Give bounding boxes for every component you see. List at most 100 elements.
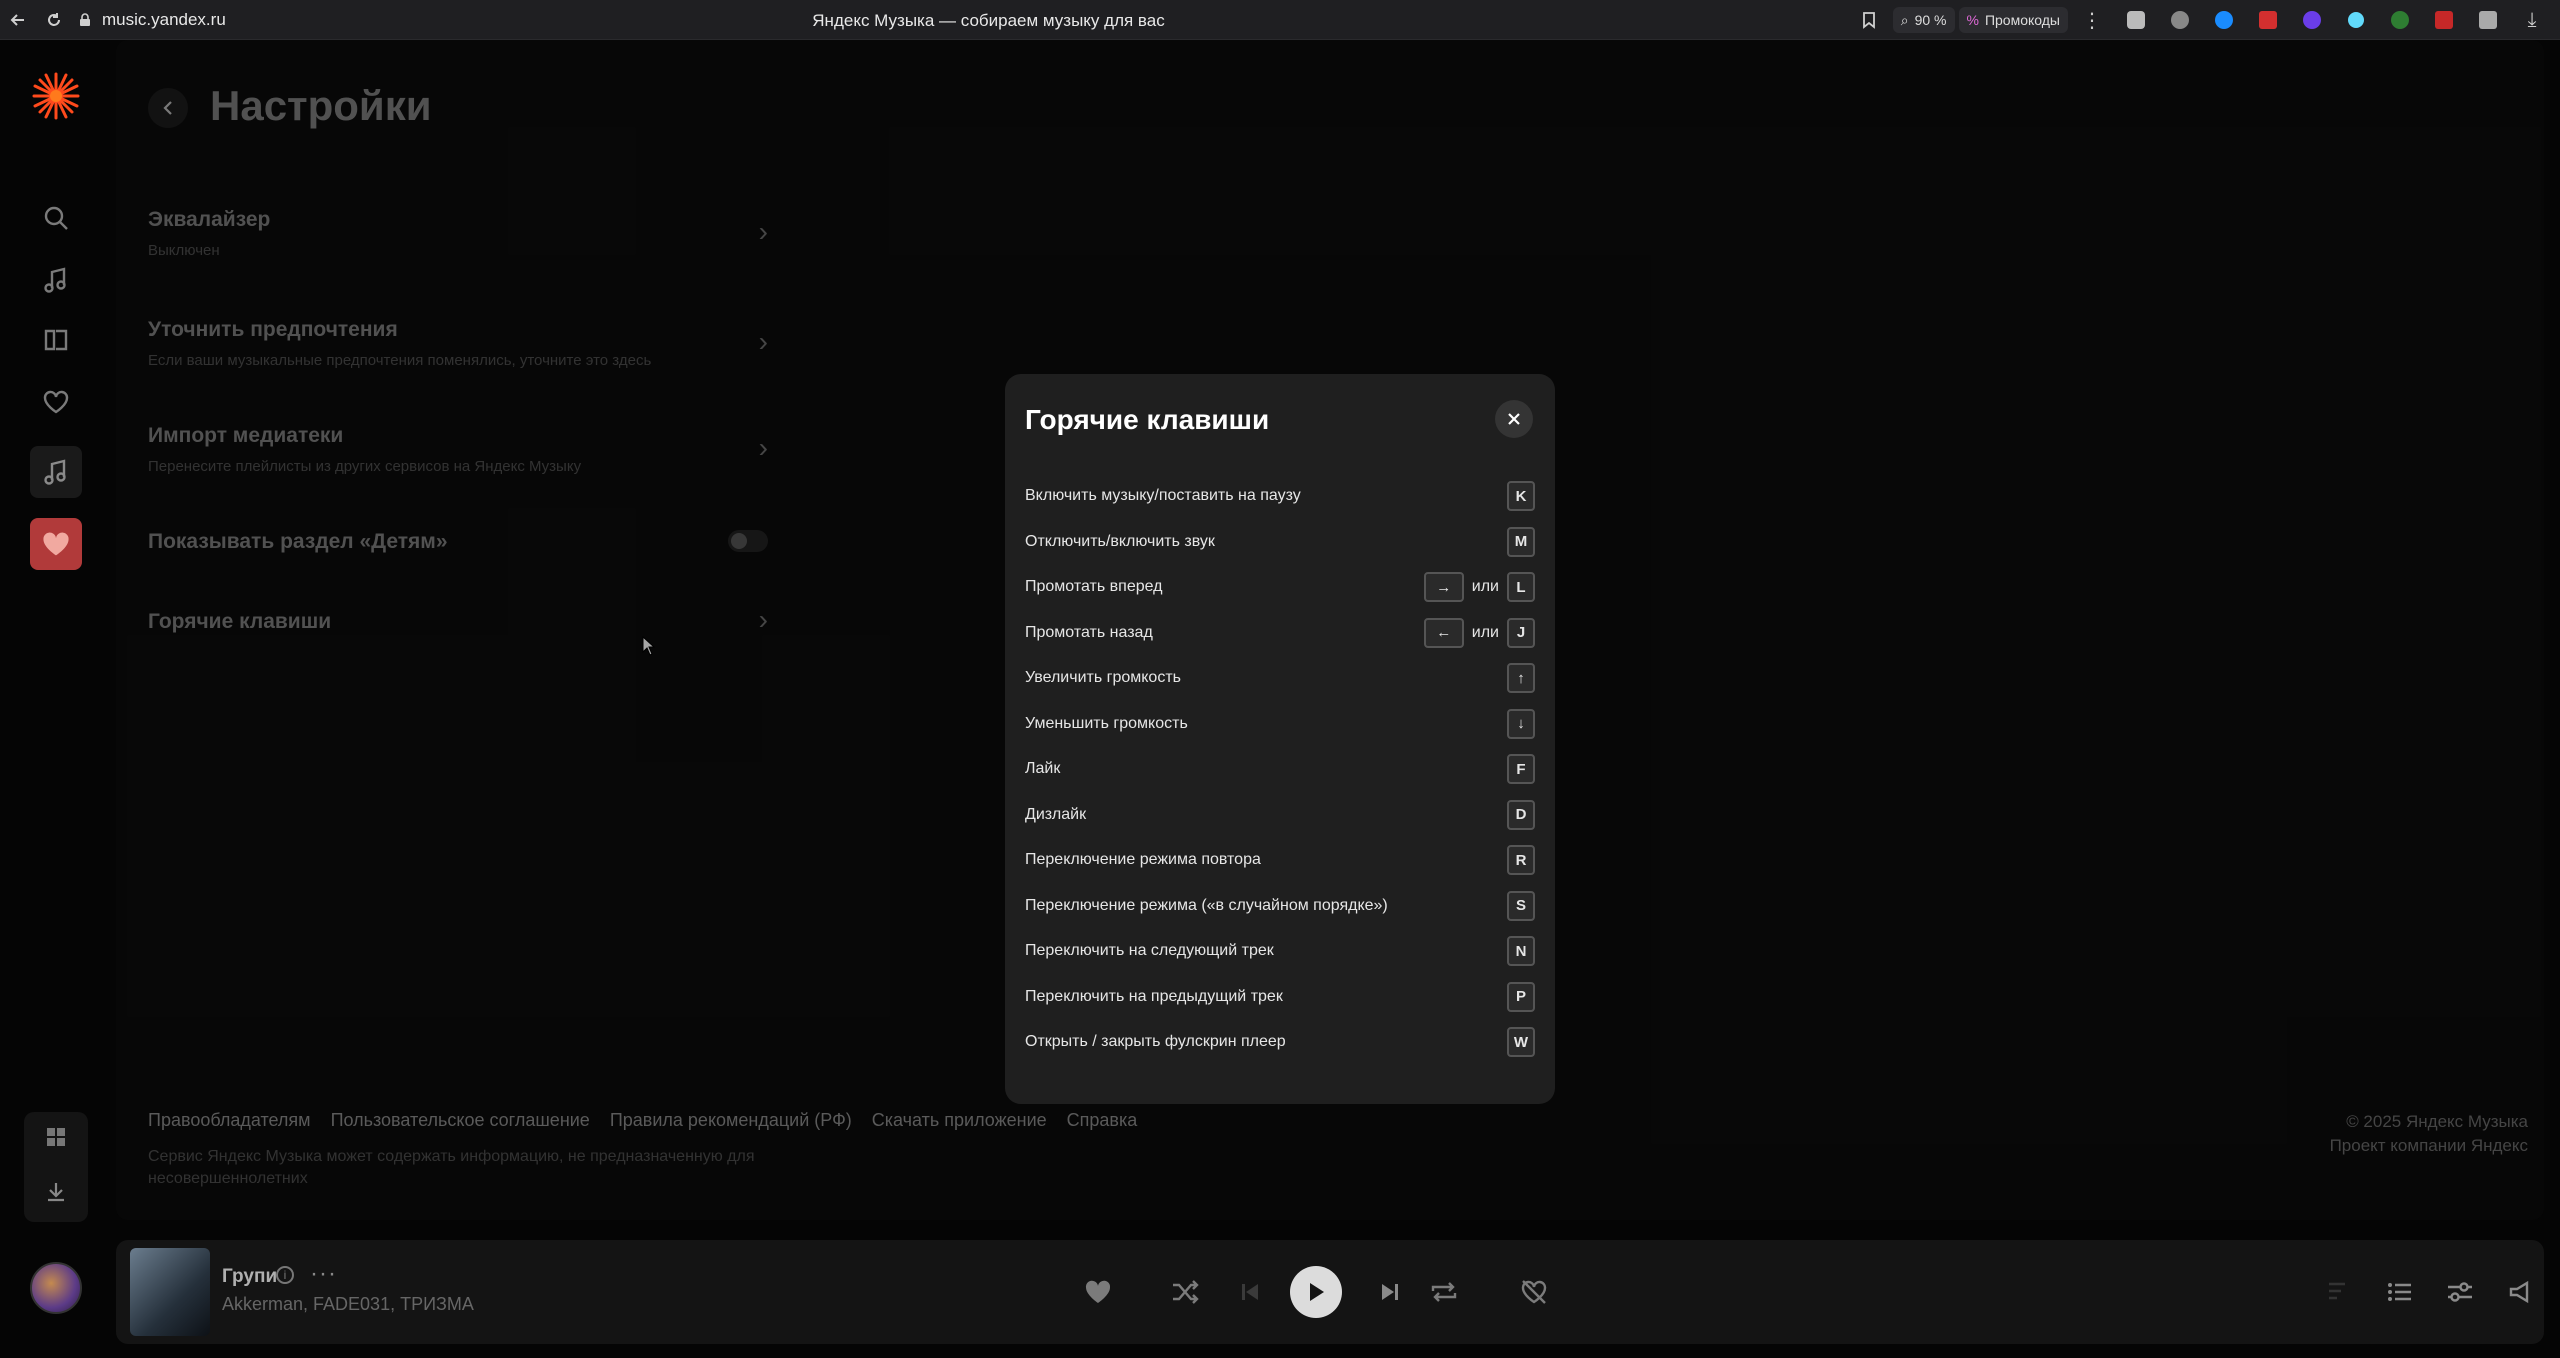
or-label: или [1471, 623, 1499, 641]
hotkey-label: Переключить на предыдущий трек [1025, 987, 1283, 1005]
hotkey-keys: N [1507, 936, 1535, 966]
avatar[interactable] [30, 1262, 82, 1314]
hotkey-keys: P [1507, 981, 1535, 1012]
zoom-icon: ⌕ [1900, 11, 1909, 28]
windows-icon[interactable] [45, 1126, 67, 1153]
extension-icon[interactable] [2424, 0, 2464, 40]
more-horizontal-icon[interactable]: ··· [310, 1260, 337, 1288]
hotkey-key: K [1507, 481, 1535, 511]
hotkey-key: ← [1423, 617, 1464, 648]
hotkey-keys: → или L [1423, 572, 1535, 602]
hotkey-label: Открыть / закрыть фулскрин плеер [1025, 1033, 1286, 1050]
or-label: или [1471, 578, 1499, 595]
hotkey-label: Дизлайк [1025, 805, 1087, 823]
hotkey-keys: R [1507, 845, 1535, 875]
hotkey-key: F [1507, 754, 1535, 784]
hotkey-keys: ← или J [1423, 617, 1535, 648]
hotkey-label: Отключить/включить звук [1025, 532, 1215, 550]
bookmark-icon[interactable] [1849, 0, 1889, 40]
hotkey-keys: ↑ [1507, 663, 1535, 693]
download-icon[interactable] [44, 1180, 68, 1209]
app-download-panel [24, 1112, 88, 1222]
hotkey-keys: K [1507, 481, 1535, 511]
download-icon[interactable]: ⤓ [2512, 0, 2552, 40]
react-devtools-icon[interactable] [2336, 0, 2376, 40]
sidebar [0, 40, 112, 1358]
browser-toolbar: music.yandex.ru Яндекс Музыка — собираем… [0, 0, 2560, 40]
hotkey-label: Переключение режима («в случайном порядк… [1025, 896, 1388, 914]
track-cover[interactable] [130, 1248, 210, 1336]
volume-icon[interactable] [2496, 1268, 2544, 1316]
extensions-puzzle-icon[interactable] [2468, 0, 2508, 40]
yandex-music-logo[interactable] [30, 70, 82, 122]
app: Настройки Эквалайзер Выключен › Уточнить… [0, 40, 2560, 1358]
hotkey-row: Уменьшить громкость ↓ [1025, 708, 1535, 740]
hotkey-key: S [1507, 890, 1535, 921]
extension-icon[interactable] [2160, 0, 2200, 40]
heart-collection-icon[interactable] [34, 380, 78, 424]
track-artists[interactable]: Akkerman, FADE031, ТРИЗМА [222, 1294, 474, 1315]
zoom-indicator[interactable]: ⌕ 90 % [1892, 7, 1955, 33]
extension-icon[interactable] [2292, 0, 2332, 40]
hotkey-label: Промотать вперед [1025, 578, 1163, 595]
lyrics-icon[interactable] [2316, 1268, 2364, 1316]
next-track-icon[interactable] [1366, 1268, 1414, 1316]
hotkey-row: Увеличить громкость ↑ [1025, 662, 1535, 694]
hotkey-keys: ↓ [1507, 708, 1535, 739]
search-icon[interactable] [34, 196, 78, 240]
hotkey-key: J [1507, 617, 1535, 648]
hotkey-label: Увеличить громкость [1025, 669, 1181, 686]
tab-title: Яндекс Музыка — собираем музыку для вас [812, 11, 1165, 30]
shazam-extension-icon[interactable] [2204, 0, 2244, 40]
hotkey-key: N [1507, 936, 1535, 966]
shuffle-icon[interactable] [1162, 1268, 1210, 1316]
music-note-icon[interactable] [34, 258, 78, 302]
hotkey-keys: W [1507, 1027, 1535, 1057]
hotkey-keys: S [1507, 890, 1535, 921]
previous-track-icon[interactable] [1226, 1268, 1274, 1316]
close-icon[interactable] [1495, 400, 1533, 438]
repeat-icon[interactable] [1420, 1268, 1468, 1316]
hotkey-key: ↓ [1507, 708, 1535, 739]
hotkeys-modal: Горячие клавиши Включить музыку/поставит… [1005, 374, 1555, 1104]
equalizer-settings-icon[interactable] [2436, 1268, 2484, 1316]
hotkey-row: Переключение режима повтора R [1025, 844, 1535, 876]
extension-icon[interactable] [2380, 0, 2420, 40]
ublock-extension-icon[interactable] [2248, 0, 2288, 40]
modal-title: Горячие клавиши [1025, 404, 1270, 435]
hotkey-row: Включить музыку/поставить на паузу K [1025, 480, 1535, 512]
hotkey-label: Включить музыку/поставить на паузу [1025, 487, 1301, 504]
hotkey-row: Переключение режима («в случайном порядк… [1025, 890, 1535, 922]
hotkey-label: Переключить на следующий трек [1025, 942, 1274, 959]
playlist-music-icon[interactable] [30, 446, 82, 498]
shield-extension-icon[interactable] [2116, 0, 2156, 40]
hotkey-label: Переключение режима повтора [1025, 851, 1261, 868]
hotkey-row: Дизлайк D [1025, 799, 1535, 831]
hotkey-key: L [1507, 572, 1535, 602]
dislike-icon[interactable] [1510, 1268, 1558, 1316]
like-heart-icon[interactable] [1074, 1268, 1122, 1316]
hotkey-row: Открыть / закрыть фулскрин плеер W [1025, 1026, 1535, 1058]
percent-icon: % [1966, 12, 1979, 28]
hotkey-key: P [1507, 981, 1535, 1012]
track-title[interactable]: Групи [222, 1266, 277, 1288]
hotkey-row: Промотать назад ← или J [1025, 617, 1535, 649]
hotkey-row: Переключить на предыдущий трек P [1025, 981, 1535, 1013]
hotkey-key: R [1507, 845, 1535, 875]
hotkey-label: Уменьшить громкость [1025, 714, 1188, 732]
info-icon[interactable]: i [276, 1266, 294, 1284]
promo-button[interactable]: % Промокоды [1958, 7, 2068, 33]
hotkey-row: Промотать вперед → или L [1025, 571, 1535, 603]
liked-tracks-icon[interactable] [30, 518, 82, 570]
hotkey-row: Лайк F [1025, 753, 1535, 785]
hotkey-label: Промотать назад [1025, 623, 1153, 641]
play-button[interactable] [1290, 1266, 1342, 1318]
hotkey-keys: F [1507, 754, 1535, 784]
queue-list-icon[interactable] [2376, 1268, 2424, 1316]
hotkey-key: ↑ [1507, 663, 1535, 693]
hotkey-keys: D [1507, 799, 1535, 830]
more-vertical-icon[interactable]: ⋮ [2072, 0, 2112, 40]
book-icon[interactable] [34, 318, 78, 362]
hotkey-label: Лайк [1025, 760, 1061, 777]
hotkey-key: W [1507, 1027, 1535, 1057]
